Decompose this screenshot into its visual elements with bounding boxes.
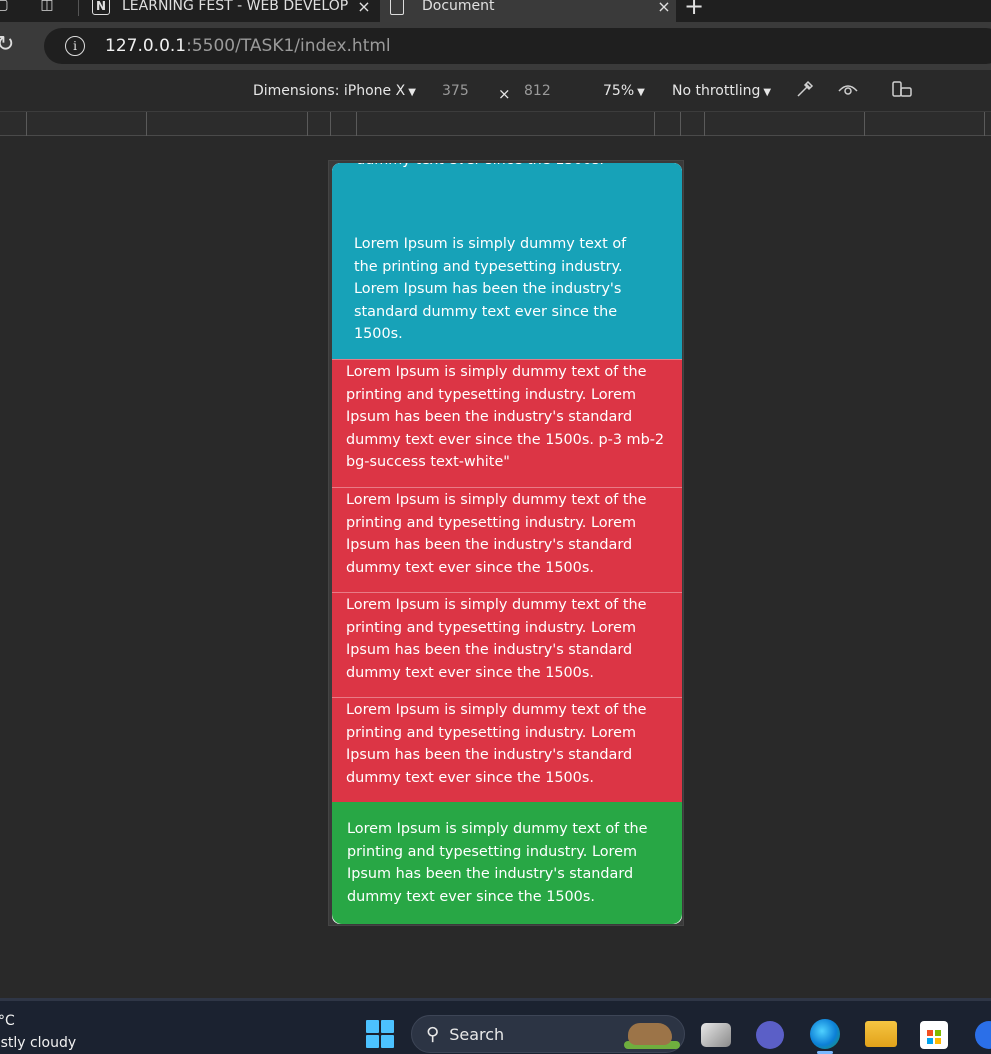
tab-separator (78, 0, 79, 16)
tab-title: LEARNING FEST - WEB DEVELOP (122, 0, 349, 14)
tab-document[interactable]: Document × (380, 0, 676, 22)
green-block: Lorem Ipsum is simply dummy text of the … (332, 802, 682, 924)
windows-start-icon[interactable] (366, 1020, 394, 1048)
app-icon[interactable] (975, 1021, 991, 1049)
zoom-select[interactable]: 75% ▼ (603, 83, 645, 99)
tab-strip: ▢ ◫ N LEARNING FEST - WEB DEVELOP × Docu… (0, 0, 991, 22)
taskbar: °C ostly cloudy ⚲ Search (0, 998, 991, 1054)
notion-icon: N (92, 0, 110, 15)
close-icon[interactable]: × (352, 0, 376, 16)
device-toolbar: Dimensions: iPhone X ▼ 375 × 812 75% ▼ No … (0, 70, 991, 112)
cut-off-text: dummy text ever since the 1500s. (356, 163, 656, 172)
height-input[interactable]: 812 (524, 83, 551, 99)
new-tab-button[interactable]: + (684, 0, 704, 20)
zoom-label: 75% (603, 83, 635, 99)
throttling-label: No throttling (672, 83, 761, 99)
green-block-text: Lorem Ipsum is simply dummy text of the … (347, 821, 648, 905)
url-text[interactable]: 127.0.0.1:5500/TASK1/index.html (105, 36, 391, 56)
start-tile (381, 1035, 394, 1048)
url-host: 127.0.0.1 (105, 36, 187, 56)
width-input[interactable]: 375 (442, 83, 469, 99)
start-tile (381, 1020, 394, 1033)
red-block-text: Lorem Ipsum is simply dummy text of the … (346, 364, 665, 470)
wombat-shape (628, 1023, 672, 1045)
reload-icon[interactable]: ↻ (0, 32, 14, 57)
red-block: Lorem Ipsum is simply dummy text of the … (332, 592, 682, 697)
vertical-tabs-icon[interactable]: ◫ (36, 0, 58, 18)
red-block: Lorem Ipsum is simply dummy text of the … (332, 359, 682, 487)
document-icon (390, 0, 404, 15)
red-block: Lorem Ipsum is simply dummy text of the … (332, 697, 682, 802)
ruler-tick[interactable] (356, 112, 357, 136)
wombat-illustration-icon (624, 1019, 680, 1049)
weather-temperature[interactable]: °C (0, 1013, 15, 1029)
rotate-icon[interactable] (891, 79, 913, 104)
teal-card: dummy text ever since the 1500s. Lorem I… (332, 163, 682, 359)
ruler-tick[interactable] (654, 112, 655, 136)
edge-browser-icon[interactable] (810, 1019, 840, 1049)
red-block-text: Lorem Ipsum is simply dummy text of the … (346, 597, 647, 681)
tab-title: Document (422, 0, 495, 14)
microsoft-store-icon[interactable] (920, 1021, 948, 1049)
file-explorer-icon[interactable] (865, 1021, 897, 1047)
info-icon[interactable]: i (65, 36, 85, 56)
ruler-tick[interactable] (864, 112, 865, 136)
throttling-select[interactable]: No throttling ▼ (672, 83, 771, 99)
red-block-text: Lorem Ipsum is simply dummy text of the … (346, 702, 647, 786)
red-block: Lorem Ipsum is simply dummy text of the … (332, 487, 682, 592)
ruler-tick[interactable] (26, 112, 27, 136)
browser-toolbar: ↻ i 127.0.0.1:5500/TASK1/index.html (0, 22, 991, 70)
weather-description[interactable]: ostly cloudy (0, 1035, 76, 1051)
ruler-tick[interactable] (307, 112, 308, 136)
start-tile (366, 1035, 379, 1048)
address-bar[interactable]: i 127.0.0.1:5500/TASK1/index.html (44, 28, 991, 64)
ruler-tick[interactable] (680, 112, 681, 136)
ruler-tick[interactable] (330, 112, 331, 136)
times-icon: × (498, 85, 511, 103)
device-select[interactable]: Dimensions: iPhone X ▼ (253, 83, 416, 99)
task-view-icon[interactable] (701, 1023, 731, 1047)
start-tile (366, 1020, 379, 1033)
page-content: dummy text ever since the 1500s. Lorem I… (332, 163, 682, 924)
close-icon[interactable]: × (652, 0, 676, 16)
vision-deficiency-icon[interactable] (837, 79, 859, 104)
chevron-down-icon: ▼ (637, 87, 645, 98)
device-label: Dimensions: iPhone X (253, 83, 406, 99)
red-block-text: Lorem Ipsum is simply dummy text of the … (346, 492, 647, 576)
ruler-tick[interactable] (146, 112, 147, 136)
teal-card-text: Lorem Ipsum is simply dummy text of the … (354, 236, 627, 342)
taskbar-search[interactable]: ⚲ Search (411, 1015, 685, 1053)
device-viewport[interactable]: dummy text ever since the 1500s. Lorem I… (328, 160, 684, 926)
search-icon: ⚲ (426, 1023, 440, 1045)
search-label: Search (449, 1024, 505, 1044)
chevron-down-icon: ▼ (763, 87, 772, 98)
eyedropper-icon[interactable] (795, 79, 815, 104)
url-path: :5500/TASK1/index.html (186, 36, 391, 56)
ruler-tick[interactable] (984, 112, 985, 136)
teams-chat-icon[interactable] (756, 1021, 784, 1049)
media-query-ruler (0, 112, 991, 136)
window-menu-icon[interactable]: ▢ (0, 0, 10, 18)
chevron-down-icon: ▼ (408, 87, 416, 98)
ruler-tick[interactable] (704, 112, 705, 136)
tab-learning-fest[interactable]: N LEARNING FEST - WEB DEVELOP × (82, 0, 376, 22)
